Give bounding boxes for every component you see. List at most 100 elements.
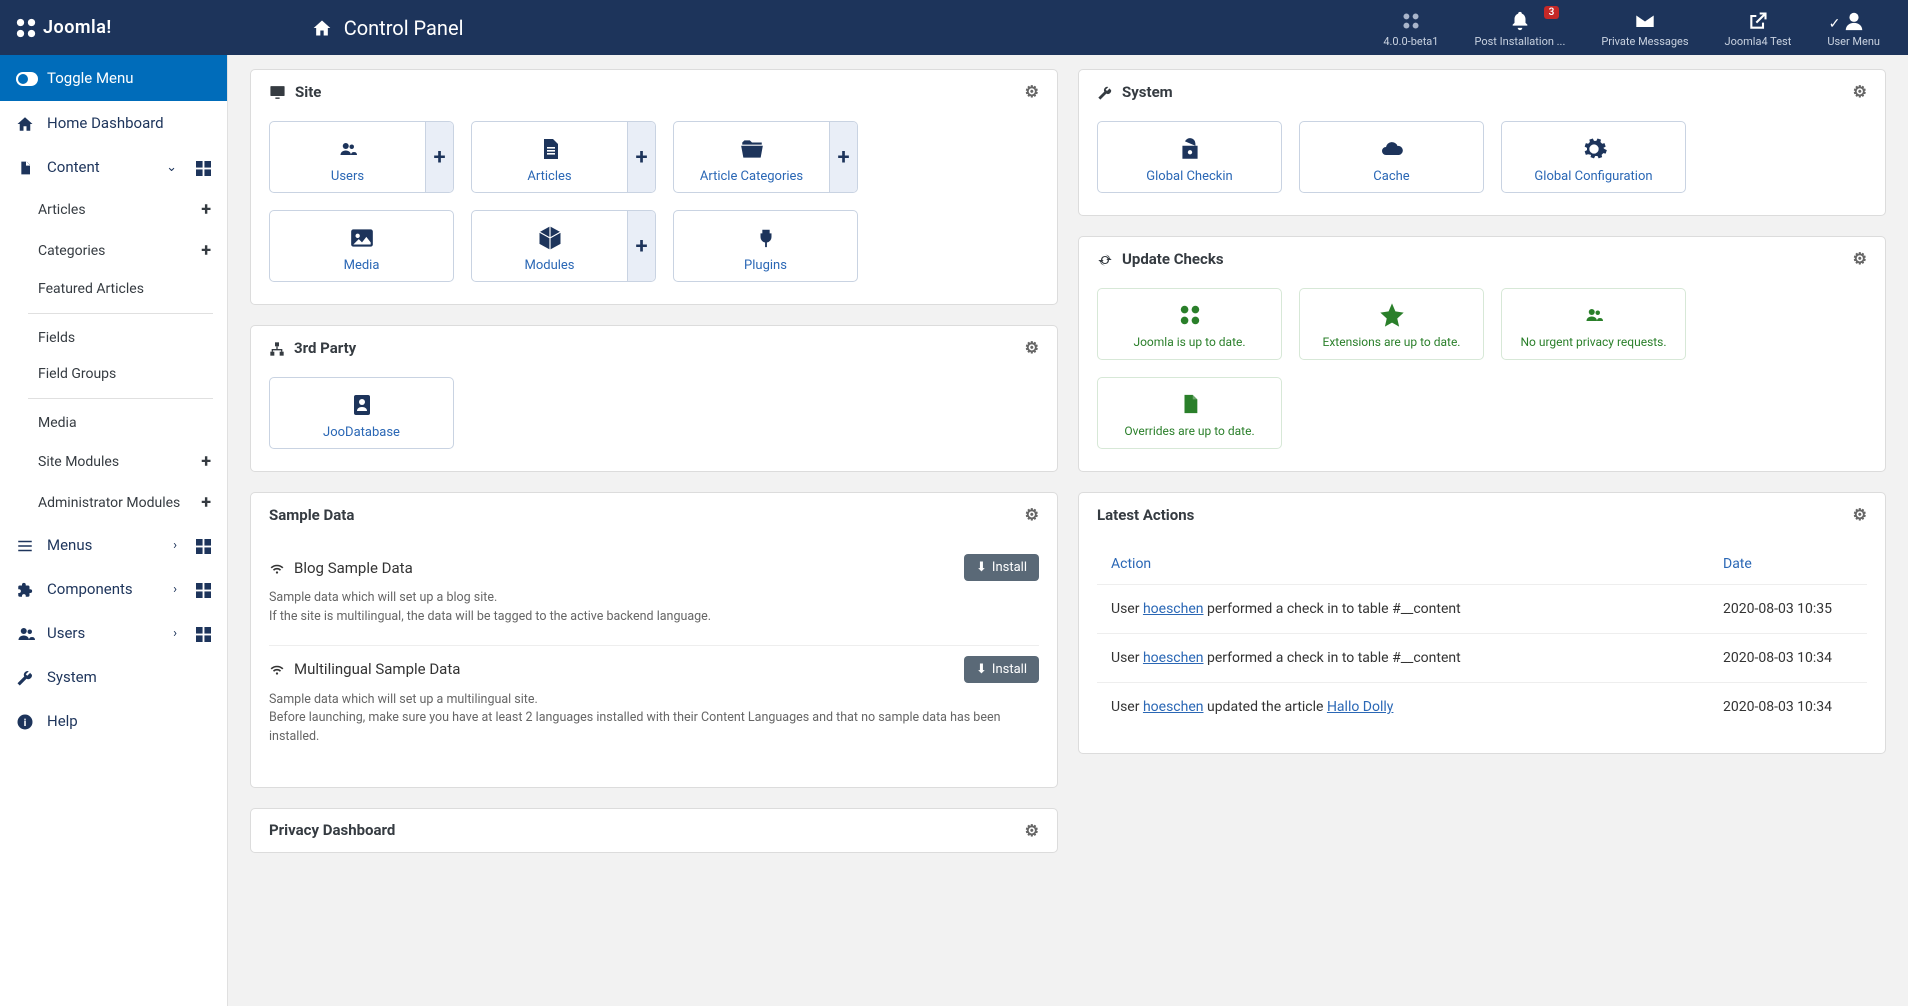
tile-link[interactable]: Articles — [472, 122, 627, 192]
sidebar-item-home-dashboard[interactable]: Home Dashboard — [0, 101, 227, 145]
sidebar-subitem-media[interactable]: Media — [14, 405, 227, 441]
topbar-version[interactable]: 4.0.0-beta1 — [1365, 2, 1456, 54]
sidebar-subitem-fields[interactable]: Fields — [14, 320, 227, 356]
star-icon — [1378, 299, 1406, 329]
add-icon[interactable]: + — [201, 199, 211, 220]
sidebar-item-help[interactable]: iHelp — [0, 699, 227, 743]
action-date: 2020-08-03 10:35 — [1723, 601, 1853, 617]
tile-link[interactable]: Users — [270, 122, 425, 192]
panel-update-checks: Update Checks ⚙ Joomla is up to date.Ext… — [1078, 236, 1886, 472]
tile-link[interactable]: Media — [270, 211, 453, 281]
topbar: Joomla! Control Panel 4.0.0-beta1 3 Post… — [0, 0, 1908, 55]
sidebar-item-menus[interactable]: Menus› — [0, 523, 227, 567]
wifi-icon — [269, 660, 285, 678]
wifi-icon — [269, 559, 285, 577]
tile-modules: Modules+ — [471, 210, 656, 282]
info-icon: i — [16, 711, 34, 731]
tile-link[interactable]: Global Checkin — [1098, 122, 1281, 192]
panel-latest-actions: Latest Actions ⚙ Action Date User hoesch… — [1078, 492, 1886, 754]
panel-title: Site — [295, 83, 321, 101]
install-button[interactable]: ⬇Install — [964, 554, 1039, 581]
check-tile[interactable]: Overrides are up to date. — [1097, 377, 1282, 449]
sidebar-subitem-categories[interactable]: Categories+ — [14, 230, 227, 271]
topbar-user-menu[interactable]: ✓ User Menu — [1809, 2, 1898, 54]
users-icon — [16, 623, 34, 643]
action-row: User hoeschen performed a check in to ta… — [1097, 633, 1867, 682]
add-icon[interactable]: + — [201, 240, 211, 261]
panel-title: Privacy Dashboard — [269, 821, 395, 839]
notification-badge: 3 — [1544, 6, 1560, 19]
tile-media: Media — [269, 210, 454, 282]
gear-icon[interactable]: ⚙ — [1853, 505, 1867, 524]
install-button[interactable]: ⬇Install — [964, 656, 1039, 683]
check-tile[interactable]: Extensions are up to date. — [1299, 288, 1484, 360]
user-link[interactable]: hoeschen — [1143, 699, 1204, 715]
sidebar-subitem-field-groups[interactable]: Field Groups — [14, 356, 227, 392]
sample-description: Sample data which will set up a multilin… — [269, 691, 1039, 747]
tile-link[interactable]: Article Categories — [674, 122, 829, 192]
brand-logo[interactable]: Joomla! — [15, 17, 112, 39]
divider — [28, 313, 213, 314]
image-icon — [348, 219, 376, 252]
sidebar-item-components[interactable]: Components› — [0, 567, 227, 611]
sitemap-icon — [269, 338, 285, 356]
panel-privacy: Privacy Dashboard ⚙ — [250, 808, 1058, 853]
tile-link[interactable]: JooDatabase — [270, 378, 453, 448]
dashboard-grid-icon[interactable] — [196, 580, 211, 598]
tile-link[interactable]: Modules — [472, 211, 627, 281]
page-title-area: Control Panel — [312, 16, 464, 40]
sidebar-item-system[interactable]: System — [0, 655, 227, 699]
sidebar-subitem-site-modules[interactable]: Site Modules+ — [14, 441, 227, 482]
toggle-menu-button[interactable]: Toggle Menu — [0, 55, 227, 101]
panel-title: 3rd Party — [294, 339, 356, 357]
desktop-icon — [269, 82, 286, 101]
topbar-site-link[interactable]: Joomla4 Test — [1707, 2, 1810, 54]
gear-icon[interactable]: ⚙ — [1025, 821, 1039, 840]
gear-icon[interactable]: ⚙ — [1025, 505, 1039, 524]
brand-text: Joomla! — [43, 17, 112, 38]
dashboard-grid-icon[interactable] — [196, 624, 211, 642]
add-button[interactable]: + — [627, 211, 655, 281]
add-button[interactable]: + — [627, 122, 655, 192]
dashboard-grid-icon[interactable] — [196, 536, 211, 554]
sidebar-subitem-articles[interactable]: Articles+ — [14, 189, 227, 230]
add-icon[interactable]: + — [201, 451, 211, 472]
user-link[interactable]: hoeschen — [1143, 650, 1204, 666]
topbar-messages[interactable]: Private Messages — [1583, 2, 1706, 54]
add-icon[interactable]: + — [201, 492, 211, 513]
action-date: 2020-08-03 10:34 — [1723, 650, 1853, 666]
sidebar-item-content[interactable]: Content⌄ — [0, 145, 227, 189]
gear-icon[interactable]: ⚙ — [1853, 82, 1867, 101]
sidebar-subitem-administrator-modules[interactable]: Administrator Modules+ — [14, 482, 227, 523]
sidebar-subitem-featured-articles[interactable]: Featured Articles — [14, 271, 227, 307]
cog-icon — [1580, 130, 1608, 163]
sample-title: Multilingual Sample Data — [269, 660, 954, 678]
doc-icon — [538, 130, 562, 163]
users-icon — [1584, 299, 1604, 329]
sidebar-item-users[interactable]: Users› — [0, 611, 227, 655]
sync-icon — [1097, 249, 1113, 267]
gear-icon[interactable]: ⚙ — [1025, 338, 1039, 357]
actions-header: Action Date — [1097, 544, 1867, 584]
tile-link[interactable]: Cache — [1300, 122, 1483, 192]
plug-icon — [755, 219, 777, 252]
gear-icon[interactable]: ⚙ — [1853, 249, 1867, 268]
main-content: Site ⚙ Users+Articles+Article Categories… — [228, 55, 1908, 1006]
chevron-down-icon: ⌄ — [166, 160, 177, 175]
article-link[interactable]: Hallo Dolly — [1327, 699, 1393, 715]
gear-icon[interactable]: ⚙ — [1025, 82, 1039, 101]
topbar-post-install[interactable]: 3 Post Installation ... — [1456, 2, 1583, 54]
download-icon: ⬇ — [976, 560, 987, 575]
add-button[interactable]: + — [425, 122, 453, 192]
user-link[interactable]: hoeschen — [1143, 601, 1204, 617]
sidebar: Toggle Menu Home DashboardContent⌄Articl… — [0, 55, 228, 1006]
panel-site: Site ⚙ Users+Articles+Article Categories… — [250, 69, 1058, 305]
add-button[interactable]: + — [829, 122, 857, 192]
dashboard-grid-icon[interactable] — [196, 158, 211, 176]
external-link-icon — [1748, 8, 1768, 33]
tile-link[interactable]: Global Configuration — [1502, 122, 1685, 192]
tile-link[interactable]: Plugins — [674, 211, 857, 281]
panel-title: Update Checks — [1122, 250, 1224, 268]
check-tile[interactable]: Joomla is up to date. — [1097, 288, 1282, 360]
check-tile[interactable]: No urgent privacy requests. — [1501, 288, 1686, 360]
